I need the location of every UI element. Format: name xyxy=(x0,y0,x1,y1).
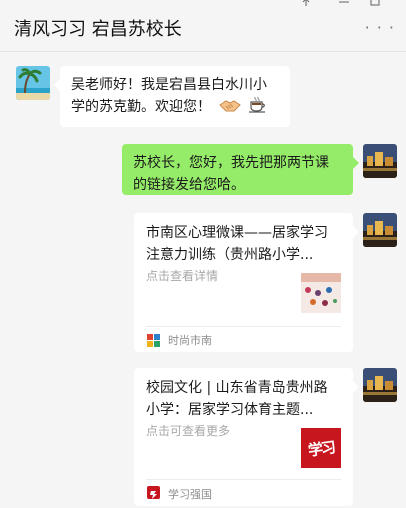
link-card-title: 校园文化 | 山东省青岛贵州路小学：居家学习体育主题... xyxy=(146,380,328,418)
link-card-thumbnail xyxy=(301,273,341,313)
more-icon[interactable]: · · · xyxy=(365,18,395,37)
chat-title-bar: 清风习习 宕昌苏校长 · · · xyxy=(0,0,406,52)
link-card-desc: 点击查看详情 xyxy=(146,269,219,283)
my-avatar[interactable] xyxy=(363,213,397,247)
card-divider xyxy=(146,479,341,480)
link-card-title: 市南区心理微课——居家学习注意力训练（贵州路小学... xyxy=(146,225,328,263)
my-avatar[interactable] xyxy=(363,144,397,178)
xuexi-qiangguo-thumbnail: 学习 xyxy=(301,428,341,468)
chat-title: 清风习习 宕昌苏校长 xyxy=(14,19,182,40)
shishang-shinan-logo-icon xyxy=(147,332,160,347)
link-card-2[interactable]: 校园文化 | 山东省青岛贵州路小学：居家学习体育主题... 点击可查看更多 学习… xyxy=(134,368,359,506)
coffee-icon xyxy=(246,96,268,115)
link-card-source: 时尚市南 xyxy=(168,334,212,347)
outgoing-message-text: 苏校长，您好，我先把那两节课的链接发给您哈。 xyxy=(133,155,329,193)
my-avatar[interactable] xyxy=(363,368,397,402)
card-divider xyxy=(146,326,341,327)
outgoing-message-bubble[interactable]: 苏校长，您好，我先把那两节课的链接发给您哈。 xyxy=(122,144,359,195)
incoming-message-bubble[interactable]: 吴老师好！我是宕昌县白水川小学的苏克勤。欢迎您！ xyxy=(54,66,290,127)
maximize-icon[interactable] xyxy=(370,0,380,9)
handshake-icon xyxy=(215,99,245,115)
link-card-source: 学习强国 xyxy=(168,488,212,501)
link-card-desc: 点击可查看更多 xyxy=(146,424,231,438)
minimize-icon[interactable] xyxy=(339,0,349,9)
contact-avatar[interactable] xyxy=(16,66,50,100)
xuexi-qiangguo-logo-icon xyxy=(147,486,160,499)
link-card-1[interactable]: 市南区心理微课——居家学习注意力训练（贵州路小学... 点击查看详情 时尚市南 xyxy=(134,213,359,352)
pin-icon[interactable] xyxy=(300,0,312,10)
